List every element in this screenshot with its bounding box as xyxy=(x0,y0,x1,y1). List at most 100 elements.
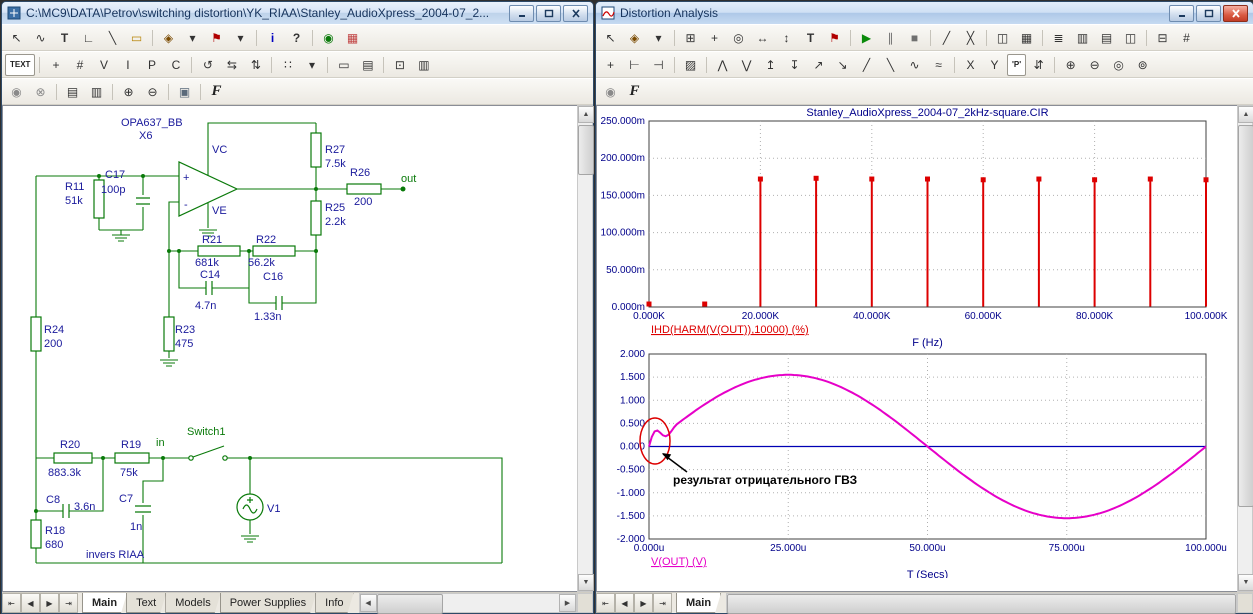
maximize-button[interactable] xyxy=(536,5,561,22)
schematic-components[interactable] xyxy=(31,133,381,548)
previous-page-button[interactable]: ◀ xyxy=(615,593,634,613)
fall-edge-icon[interactable]: ↘ xyxy=(831,54,854,76)
analysis-titlebar[interactable]: Distortion Analysis xyxy=(596,2,1253,24)
cursor-mode-icon[interactable]: + xyxy=(703,27,726,49)
node-numbers-icon[interactable]: # xyxy=(68,54,91,76)
go-to-y-icon[interactable]: Y xyxy=(983,54,1006,76)
help-topics-icon[interactable]: ◉ xyxy=(5,81,28,103)
scroll-thumb[interactable] xyxy=(1238,125,1253,507)
split-view-icon[interactable]: ▥ xyxy=(412,54,435,76)
point-tag-icon[interactable]: ◎ xyxy=(727,27,750,49)
minimize-button[interactable] xyxy=(1169,5,1194,22)
component-shapes-icon[interactable]: ◈ xyxy=(623,27,646,49)
branch-currents-icon[interactable]: I xyxy=(116,54,139,76)
snapshot-icon[interactable]: ▣ xyxy=(173,81,196,103)
tab-info[interactable]: Info xyxy=(315,593,353,613)
layout-columns-icon[interactable]: ▥ xyxy=(1071,27,1094,49)
graphics-mode-icon[interactable]: ▭ xyxy=(125,27,148,49)
text-attributes-button[interactable]: TEXT xyxy=(5,54,35,76)
layout-rows-icon[interactable]: ≣ xyxy=(1047,27,1070,49)
high-icon[interactable]: ↥ xyxy=(759,54,782,76)
switch-switch1[interactable] xyxy=(189,446,227,460)
horizontal-tag-icon[interactable]: ↔ xyxy=(751,27,774,49)
flip-horizontal-icon[interactable]: ⇆ xyxy=(220,54,243,76)
tab-power-supplies[interactable]: Power Supplies xyxy=(220,593,316,613)
next-page-button[interactable]: ▶ xyxy=(40,593,59,613)
close-button[interactable] xyxy=(1223,5,1248,22)
color-palette-icon[interactable]: ▦ xyxy=(341,27,364,49)
scroll-left-button[interactable]: ◀ xyxy=(360,594,377,612)
vertical-scrollbar[interactable]: ▲ ▼ xyxy=(577,105,593,592)
properties-icon[interactable]: ⊟ xyxy=(1151,27,1174,49)
scroll-down-button[interactable]: ▼ xyxy=(578,574,594,591)
layout-overlay-icon[interactable]: ▤ xyxy=(1095,27,1118,49)
help-mode-icon[interactable]: ? xyxy=(285,27,308,49)
slope-up-icon[interactable]: ╱ xyxy=(855,54,878,76)
cursor-values-icon[interactable]: # xyxy=(1175,27,1198,49)
panel-grid-icon[interactable]: ◫ xyxy=(991,27,1014,49)
select-arrow-icon[interactable]: ↖ xyxy=(5,27,28,49)
rotate-icon[interactable]: ↺ xyxy=(196,54,219,76)
scroll-track[interactable] xyxy=(578,123,592,574)
diagonal-line-icon[interactable]: ╲ xyxy=(101,27,124,49)
power-display-icon[interactable]: P xyxy=(140,54,163,76)
horizontal-scrollbar[interactable]: ◀ ▶ xyxy=(359,593,577,613)
grid-dropdown-icon[interactable]: ▾ xyxy=(300,54,323,76)
wire-mode-icon[interactable]: ∿ xyxy=(29,27,52,49)
scroll-track[interactable] xyxy=(377,594,559,612)
low-icon[interactable]: ↧ xyxy=(783,54,806,76)
scroll-up-button[interactable]: ▲ xyxy=(1238,106,1253,123)
rise-edge-icon[interactable]: ↗ xyxy=(807,54,830,76)
next-point-icon[interactable]: ⊢ xyxy=(623,54,646,76)
layout-tile-icon[interactable]: ◫ xyxy=(1119,27,1142,49)
ortho-line-icon[interactable]: ∟ xyxy=(77,27,100,49)
valley-icon[interactable]: ⋁ xyxy=(735,54,758,76)
component-dropdown-icon[interactable]: ▾ xyxy=(181,27,204,49)
peak-icon[interactable]: ⋀ xyxy=(711,54,734,76)
cancel-icon[interactable]: ⊗ xyxy=(29,81,52,103)
scroll-right-button[interactable]: ▶ xyxy=(559,594,576,612)
line-tool-icon[interactable]: ╱ xyxy=(935,27,958,49)
zoom-in-icon[interactable]: ⊕ xyxy=(1059,54,1082,76)
close-button[interactable] xyxy=(563,5,588,22)
inflection-icon[interactable]: ∿ xyxy=(903,54,926,76)
tab-main[interactable]: Main xyxy=(82,593,127,613)
go-to-performance-icon[interactable]: 'P' xyxy=(1007,54,1026,76)
flag-mode-icon[interactable]: ⚑ xyxy=(823,27,846,49)
maximize-button[interactable] xyxy=(1196,5,1221,22)
minimize-button[interactable] xyxy=(509,5,534,22)
run-button[interactable]: ▶ xyxy=(855,27,878,49)
pause-button[interactable]: ∥ xyxy=(879,27,902,49)
tab-main[interactable]: Main xyxy=(676,593,721,613)
text-mode-icon[interactable]: T xyxy=(53,27,76,49)
scroll-track[interactable] xyxy=(727,594,1236,612)
conditions-icon[interactable]: C xyxy=(164,54,187,76)
envelope-icon[interactable]: ≈ xyxy=(927,54,950,76)
grid-icon[interactable]: ∷ xyxy=(276,54,299,76)
plot-canvas[interactable]: Stanley_AudioXpress_2004-07_2kHz-square.… xyxy=(596,105,1237,592)
stop-button[interactable]: ■ xyxy=(903,27,926,49)
tab-models[interactable]: Models xyxy=(165,593,220,613)
flip-vertical-icon[interactable]: ⇅ xyxy=(244,54,267,76)
pin-connections-icon[interactable]: + xyxy=(44,54,67,76)
node-voltages-icon[interactable]: V xyxy=(92,54,115,76)
vertical-scrollbar[interactable]: ▲ ▼ xyxy=(1237,105,1253,592)
tab-text[interactable]: Text xyxy=(126,593,166,613)
first-page-button[interactable]: ⇤ xyxy=(2,593,21,613)
flag-dropdown-icon[interactable]: ▾ xyxy=(229,27,252,49)
go-to-x-icon[interactable]: X xyxy=(959,54,982,76)
zoom-out-icon[interactable]: ⊖ xyxy=(1083,54,1106,76)
fourier-window-icon[interactable]: F xyxy=(623,81,646,103)
zoom-region-icon[interactable]: ◎ xyxy=(1107,54,1130,76)
zoom-in-icon[interactable]: ⊕ xyxy=(117,81,140,103)
last-page-button[interactable]: ⇥ xyxy=(653,593,672,613)
prev-point-icon[interactable]: ⊣ xyxy=(647,54,670,76)
browse-icon[interactable]: ◉ xyxy=(317,27,340,49)
scroll-down-button[interactable]: ▼ xyxy=(1238,574,1253,591)
last-page-button[interactable]: ⇥ xyxy=(59,593,78,613)
select-arrow-icon[interactable]: ↖ xyxy=(599,27,622,49)
data-points-icon[interactable]: ▦ xyxy=(1015,27,1038,49)
flag-mode-icon[interactable]: ⚑ xyxy=(205,27,228,49)
zoom-fit-icon[interactable]: ⊚ xyxy=(1131,54,1154,76)
vertical-tag-icon[interactable]: ↕ xyxy=(775,27,798,49)
